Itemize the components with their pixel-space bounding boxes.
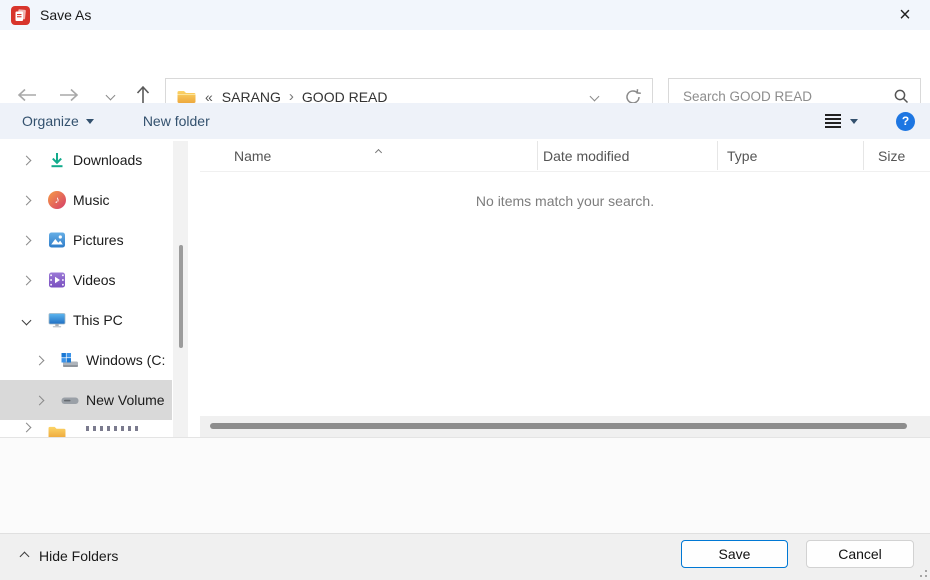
hide-folders-button[interactable]: Hide Folders	[21, 548, 118, 564]
save-button[interactable]: Save	[681, 540, 788, 568]
fields-panel: File name: nnifer Egan on the Dangers of…	[0, 437, 930, 533]
chevron-down-icon[interactable]	[22, 315, 32, 325]
column-divider[interactable]	[863, 141, 864, 170]
chevron-right-icon[interactable]	[22, 275, 32, 285]
column-header-name[interactable]: Name	[234, 148, 271, 164]
music-icon: ♪	[46, 190, 68, 210]
address-dropdown-icon[interactable]	[590, 92, 600, 102]
organize-button[interactable]: Organize	[22, 113, 94, 129]
file-list: Name Date modified Type Size No items ma…	[200, 139, 930, 437]
clipped-text	[86, 426, 142, 431]
sidebar-item-this-pc[interactable]: This PC	[0, 300, 172, 340]
videos-icon	[46, 270, 68, 290]
this-pc-icon	[46, 310, 68, 330]
sidebar-scrollbar-thumb[interactable]	[179, 245, 183, 348]
close-button[interactable]: ×	[888, 0, 922, 30]
horizontal-scrollbar[interactable]	[200, 416, 930, 437]
app-icon	[11, 6, 30, 25]
cancel-button[interactable]: Cancel	[806, 540, 914, 568]
main-area: Downloads ♪ Music	[0, 139, 930, 437]
chevron-right-icon[interactable]	[35, 395, 45, 405]
navigation-bar: « SARANG › GOOD READ	[0, 30, 930, 103]
views-caret-icon	[850, 119, 858, 124]
save-as-dialog: Save As × « SARANG › GOOD READ	[0, 0, 930, 580]
sidebar-item-pictures[interactable]: Pictures	[0, 220, 172, 260]
organize-label: Organize	[22, 113, 79, 129]
empty-folder-message: No items match your search.	[200, 193, 930, 209]
sidebar-item-windows-c[interactable]: Windows (C:	[0, 340, 172, 380]
window-title: Save As	[40, 7, 91, 23]
new-folder-button[interactable]: New folder	[143, 113, 210, 129]
column-divider[interactable]	[717, 141, 718, 170]
sort-ascending-icon	[376, 142, 381, 160]
help-button[interactable]: ?	[896, 112, 915, 131]
search-input[interactable]	[683, 89, 893, 104]
list-view-icon	[825, 114, 841, 128]
views-button[interactable]	[825, 114, 858, 128]
horizontal-scrollbar-thumb[interactable]	[210, 423, 907, 429]
sidebar-item-videos[interactable]: Videos	[0, 260, 172, 300]
chevron-right-icon[interactable]	[35, 355, 45, 365]
sidebar-item-new-volume[interactable]: New Volume	[0, 380, 172, 420]
chevron-right-icon	[22, 423, 32, 433]
column-header-type[interactable]: Type	[727, 148, 757, 164]
column-header-date-modified[interactable]: Date modified	[543, 148, 629, 164]
column-header-size[interactable]: Size	[878, 148, 905, 164]
pictures-icon	[46, 230, 68, 250]
folder-icon	[46, 422, 68, 437]
organize-caret-icon	[86, 119, 94, 124]
column-divider[interactable]	[537, 141, 538, 170]
new-folder-label: New folder	[143, 113, 210, 129]
hide-folders-label: Hide Folders	[39, 548, 118, 564]
command-toolbar: Organize New folder ?	[0, 103, 930, 139]
title-bar: Save As ×	[0, 0, 930, 30]
resize-grip[interactable]	[915, 565, 927, 577]
navigation-pane: Downloads ♪ Music	[0, 139, 200, 437]
drive-icon	[59, 390, 81, 410]
sidebar-item-downloads[interactable]: Downloads	[0, 140, 172, 180]
sidebar-scrollbar[interactable]	[173, 141, 188, 437]
downloads-icon	[46, 150, 68, 170]
chevron-down-icon	[105, 90, 115, 100]
chevron-right-icon[interactable]	[22, 195, 32, 205]
chevron-right-icon[interactable]	[22, 155, 32, 165]
sidebar-item-clipped[interactable]	[0, 420, 172, 437]
list-header: Name Date modified Type Size	[200, 139, 930, 172]
footer-bar: Hide Folders Save Cancel	[0, 533, 930, 580]
chevron-right-icon[interactable]	[22, 235, 32, 245]
sidebar-item-music[interactable]: ♪ Music	[0, 180, 172, 220]
windows-drive-icon	[59, 350, 81, 370]
chevron-up-icon	[20, 551, 30, 561]
